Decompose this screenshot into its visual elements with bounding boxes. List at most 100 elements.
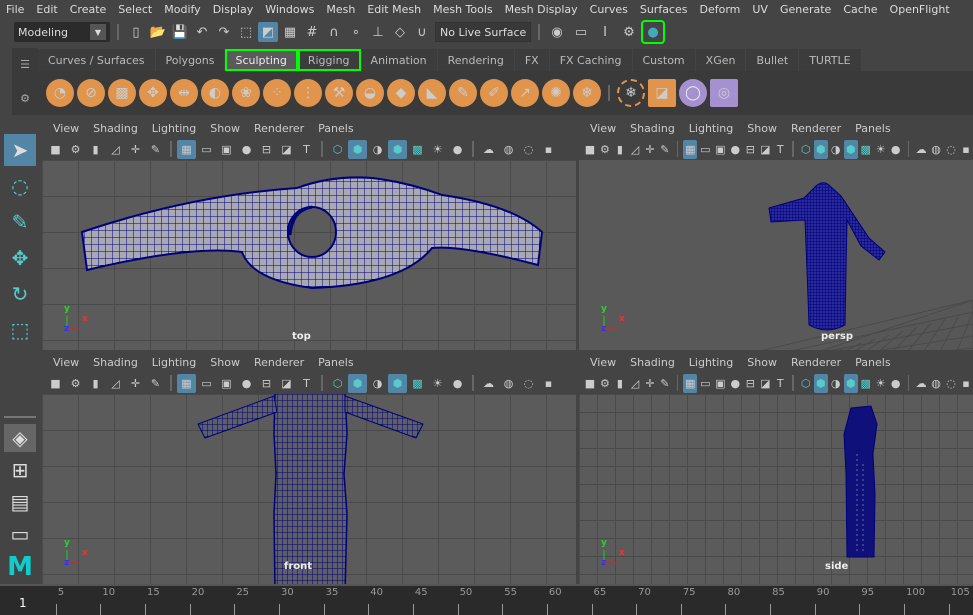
2d-pan-zoom-icon[interactable]: ✛: [643, 374, 657, 393]
grid-icon[interactable]: ▦: [683, 139, 698, 159]
motion-blur-icon[interactable]: ◍: [929, 374, 943, 393]
menu-file[interactable]: File: [0, 3, 30, 16]
camera-icon[interactable]: ■: [46, 374, 65, 393]
wireframe-on-shaded-icon[interactable]: ⬢: [388, 373, 407, 393]
viewport-canvas[interactable]: y x z side: [579, 394, 973, 584]
isolate-select-icon[interactable]: ▪: [539, 140, 558, 159]
amplify-tool-icon[interactable]: ✺: [542, 79, 570, 107]
single-pane-layout-icon[interactable]: ◈: [4, 424, 36, 452]
grease-pencil-icon[interactable]: ✎: [146, 374, 165, 393]
isolate-select-icon[interactable]: ▪: [959, 374, 973, 393]
wireframe-icon[interactable]: ⬡: [328, 140, 347, 159]
viewport-menu-renderer[interactable]: Renderer: [247, 122, 311, 135]
render-settings-icon[interactable]: ⚙: [619, 22, 639, 42]
field-chart-icon[interactable]: ⊟: [257, 374, 276, 393]
bookmark-icon[interactable]: ▮: [613, 374, 627, 393]
camera-attributes-icon[interactable]: ⚙: [66, 140, 85, 159]
tab-sculpting[interactable]: Sculpting: [225, 49, 298, 71]
gate-mask-icon[interactable]: ●: [237, 374, 256, 393]
viewport-canvas[interactable]: y x z front: [42, 394, 576, 584]
gate-mask-icon[interactable]: ●: [237, 140, 256, 159]
menu-windows[interactable]: Windows: [259, 3, 320, 16]
viewport-menu-lighting[interactable]: Lighting: [145, 122, 203, 135]
redo-icon[interactable]: ↷: [214, 22, 234, 42]
textured-icon[interactable]: ▩: [859, 374, 873, 393]
viewport-top[interactable]: View Shading Lighting Show Renderer Panels ■ ⚙ ▮…: [42, 118, 576, 350]
two-pane-layout-icon[interactable]: ▤: [4, 488, 36, 516]
textured-icon[interactable]: ▩: [859, 140, 873, 159]
bookmark-icon[interactable]: ▮: [86, 140, 105, 159]
motion-blur-icon[interactable]: ◍: [499, 140, 518, 159]
safe-title-icon[interactable]: T: [297, 140, 316, 159]
2d-pan-zoom-icon[interactable]: ✛: [126, 140, 145, 159]
render-current-frame-icon[interactable]: ▭: [571, 22, 591, 42]
viewport-menu-show[interactable]: Show: [203, 356, 247, 369]
move-tool-icon[interactable]: ✥: [4, 242, 36, 274]
menu-deform[interactable]: Deform: [693, 3, 746, 16]
viewport-menu-view[interactable]: View: [46, 356, 86, 369]
ipr-render-icon[interactable]: I: [595, 22, 615, 42]
film-gate-icon[interactable]: ▭: [698, 140, 712, 159]
wireframe-icon[interactable]: ⬡: [799, 374, 813, 393]
image-plane-icon[interactable]: ◿: [106, 374, 125, 393]
grid-icon[interactable]: ▦: [177, 139, 196, 159]
snap-curve-icon[interactable]: ∩: [324, 22, 344, 42]
render-view-icon[interactable]: ◉: [547, 22, 567, 42]
live-surface-field[interactable]: No Live Surface: [435, 22, 531, 42]
viewport-persp[interactable]: View Shading Lighting Show Renderer Panels ■ ⚙ ▮…: [579, 118, 973, 350]
2d-pan-zoom-icon[interactable]: ✛: [126, 374, 145, 393]
freeze-tool-icon[interactable]: ❄: [573, 79, 601, 107]
screen-space-ao-icon[interactable]: ☁: [479, 374, 498, 393]
safe-action-icon[interactable]: ◪: [277, 374, 296, 393]
textured-icon[interactable]: ▩: [408, 374, 427, 393]
tab-xgen[interactable]: XGen: [695, 49, 747, 71]
shelf-tabs-menu-icon[interactable]: ☰: [20, 58, 30, 71]
menu-generate[interactable]: Generate: [774, 3, 837, 16]
menu-create[interactable]: Create: [64, 3, 113, 16]
tab-bullet[interactable]: Bullet: [746, 49, 800, 71]
use-all-lights-icon[interactable]: ☀: [874, 140, 888, 159]
gate-mask-icon[interactable]: ●: [728, 374, 742, 393]
anti-aliasing-icon[interactable]: ◌: [519, 374, 538, 393]
tab-animation[interactable]: Animation: [360, 49, 438, 71]
hypershade-icon[interactable]: ●: [641, 20, 665, 44]
viewport-menu-shading[interactable]: Shading: [623, 356, 682, 369]
menu-edit[interactable]: Edit: [30, 3, 63, 16]
pinch-tool-icon[interactable]: ⇹: [170, 79, 198, 107]
viewport-front[interactable]: View Shading Lighting Show Renderer Panels ■ ⚙ ▮…: [42, 352, 576, 584]
shadows-icon[interactable]: ●: [448, 374, 467, 393]
select-tool-icon[interactable]: ➤: [4, 134, 36, 166]
isolate-select-icon[interactable]: ▪: [539, 374, 558, 393]
viewport-side[interactable]: View Shading Lighting Show Renderer Panels ■ ⚙ ▮…: [579, 352, 973, 584]
wireframe-on-shaded-icon[interactable]: ⬢: [843, 139, 858, 159]
viewport-menu-lighting[interactable]: Lighting: [682, 356, 740, 369]
camera-icon[interactable]: ■: [583, 374, 597, 393]
field-chart-icon[interactable]: ⊟: [257, 140, 276, 159]
safe-title-icon[interactable]: T: [297, 374, 316, 393]
shadows-icon[interactable]: ●: [448, 140, 467, 159]
paint-select-tool-icon[interactable]: ✎: [4, 206, 36, 238]
smooth-tool-icon[interactable]: ⊘: [77, 79, 105, 107]
menu-select[interactable]: Select: [112, 3, 158, 16]
fill-tool-icon[interactable]: ◣: [418, 79, 446, 107]
viewport-menu-show[interactable]: Show: [203, 122, 247, 135]
viewport-menu-shading[interactable]: Shading: [623, 122, 682, 135]
camera-attributes-icon[interactable]: ⚙: [598, 374, 612, 393]
wireframe-icon[interactable]: ⬡: [328, 374, 347, 393]
imprint-tool-icon[interactable]: ⚒: [325, 79, 353, 107]
safe-action-icon[interactable]: ◪: [277, 140, 296, 159]
film-gate-icon[interactable]: ▭: [698, 374, 712, 393]
snap-view-plane-icon[interactable]: ⊥: [368, 22, 388, 42]
camera-icon[interactable]: ■: [583, 140, 597, 159]
smear-tool-icon[interactable]: ✐: [480, 79, 508, 107]
resolution-gate-icon[interactable]: ▣: [713, 140, 727, 159]
wireframe-on-shaded-icon[interactable]: ⬢: [388, 139, 407, 159]
viewport-menu-show[interactable]: Show: [740, 356, 784, 369]
select-object-icon[interactable]: ◩: [258, 22, 278, 42]
anti-aliasing-icon[interactable]: ◌: [944, 374, 958, 393]
smooth-shade-icon[interactable]: ⬢: [348, 139, 367, 159]
tab-curves-surfaces[interactable]: Curves / Surfaces: [38, 49, 156, 71]
sculpt-tool-icon[interactable]: ◔: [46, 79, 74, 107]
select-component-icon[interactable]: ▦: [280, 22, 300, 42]
image-plane-icon[interactable]: ◿: [106, 140, 125, 159]
